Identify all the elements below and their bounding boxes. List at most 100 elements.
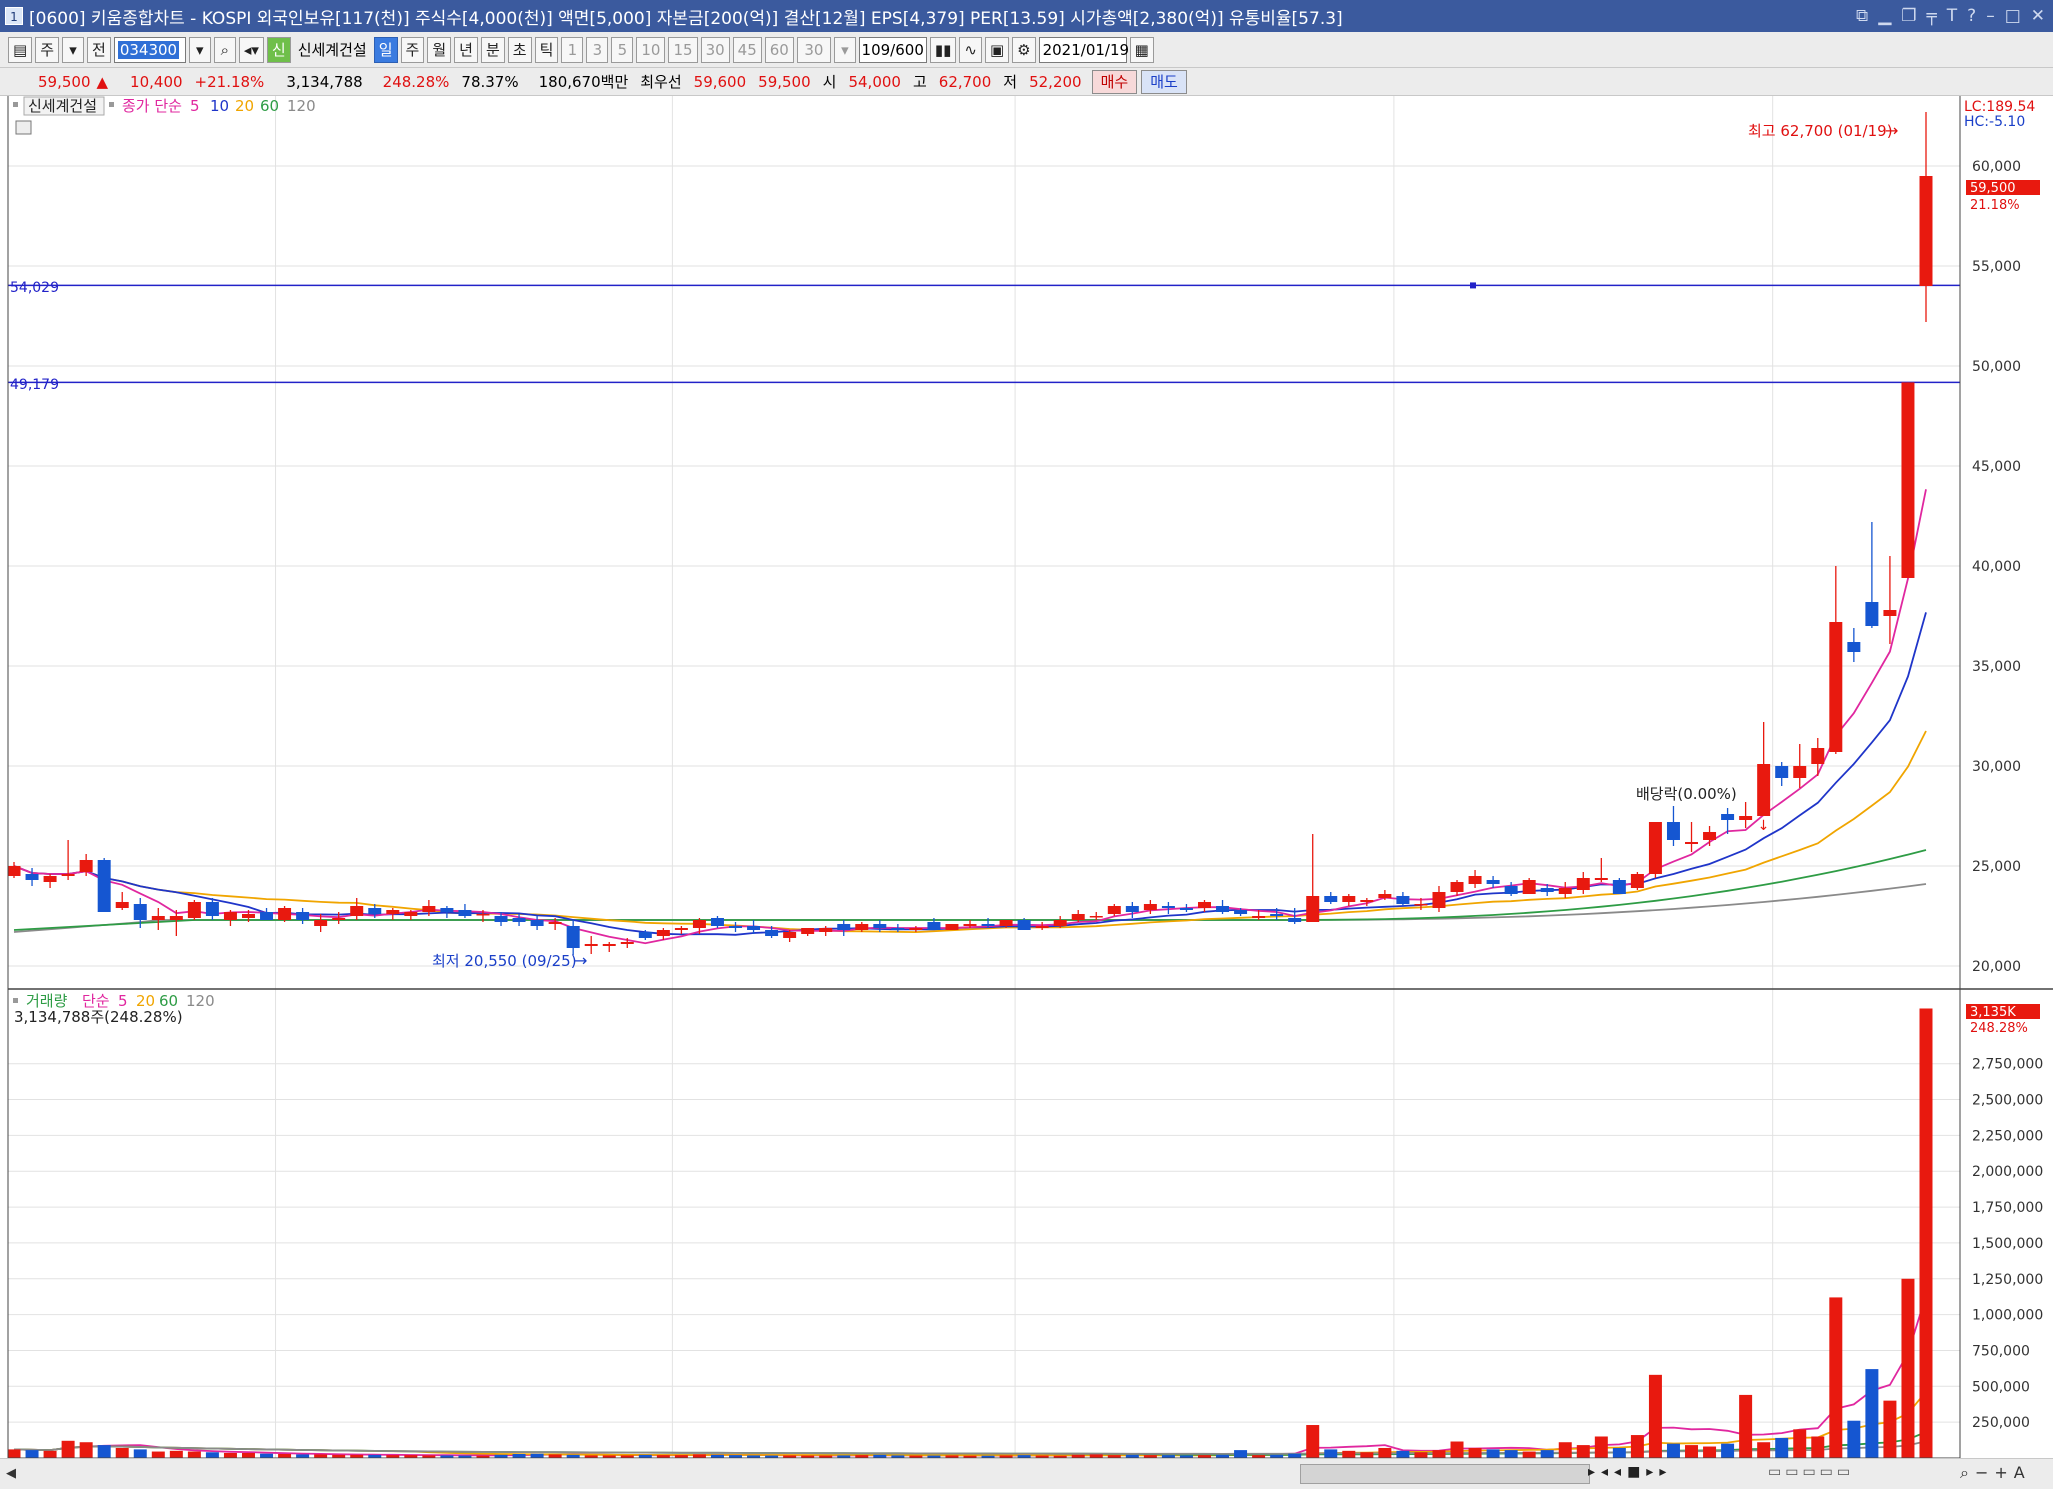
candle-body	[1143, 904, 1157, 910]
playback-controls[interactable]: ▸◂◂■▸▸	[1588, 1464, 1672, 1480]
code-dropdown-icon[interactable]: ▾	[188, 36, 211, 63]
candle-body	[1396, 896, 1410, 904]
hline2-label: 49,179	[10, 377, 59, 393]
calendar-icon[interactable]: ▦	[1129, 36, 1154, 63]
chart-menu-icon[interactable]: ▤	[8, 36, 33, 63]
volume-bar	[1594, 1436, 1608, 1458]
volume-bar	[1793, 1429, 1807, 1458]
tab-month[interactable]: 월	[427, 36, 452, 63]
minute-5-button[interactable]: 5	[611, 36, 634, 63]
legend-ma10: 10	[210, 97, 229, 115]
candle-body	[278, 908, 292, 920]
tab-day[interactable]: 일	[373, 36, 398, 63]
window-titlebar: 1 [0600] 키움종합차트 - KOSPI 외국인보유[117(천)] 주식…	[0, 0, 2053, 32]
window-controls: ⧉ ▁ ❐ ╤ T ? – □ ✕	[1856, 0, 2045, 32]
vol-current-label: 3,134,788주(248.28%)	[14, 1008, 183, 1026]
volume-bar	[1721, 1443, 1735, 1458]
save-icon[interactable]: ▣	[984, 36, 1010, 63]
candle-body	[855, 924, 869, 930]
maximize-icon[interactable]: □	[2005, 6, 2021, 26]
interval-select[interactable]: 30	[796, 36, 831, 63]
volume-bar	[1450, 1441, 1464, 1458]
volume-tick-label: 2,250,000	[1972, 1128, 2043, 1144]
link-icon[interactable]: ⧉	[1856, 6, 1868, 26]
minimize-icon[interactable]: –	[1986, 6, 1995, 26]
volume-tick-label: 1,500,000	[1972, 1236, 2043, 1252]
minute-10-button[interactable]: 10	[636, 36, 666, 63]
buy-button[interactable]: 매수	[1091, 69, 1138, 94]
low-arrow-icon: →	[574, 951, 587, 970]
tab-minute[interactable]: 분	[480, 36, 505, 63]
interval-dropdown-icon[interactable]: ▾	[833, 36, 856, 63]
tab-week[interactable]: 주	[400, 36, 425, 63]
table-toggle-icon[interactable]	[15, 120, 32, 135]
candle-body	[296, 912, 310, 920]
volume-bar	[61, 1440, 75, 1458]
font-icon[interactable]: T	[1947, 6, 1957, 26]
candle-body	[1540, 888, 1554, 892]
help-icon[interactable]: ?	[1967, 6, 1976, 26]
close-icon[interactable]: ✕	[2031, 6, 2045, 26]
volume-bar	[1703, 1446, 1717, 1458]
volume-bar	[1504, 1450, 1518, 1458]
gear-icon[interactable]: ⚙	[1012, 36, 1036, 63]
tab-second[interactable]: 초	[507, 36, 532, 63]
search-icon[interactable]: ⌕	[213, 36, 236, 63]
candle-body	[1811, 748, 1825, 764]
price-tick-label: 60,000	[1972, 159, 2021, 175]
minute-45-button[interactable]: 45	[732, 36, 762, 63]
chevron-down-icon[interactable]: ▾	[62, 36, 84, 63]
count-max: /600	[890, 40, 924, 59]
sell-button[interactable]: 매도	[1141, 69, 1187, 94]
stock-code-input[interactable]: 034300	[113, 36, 186, 63]
pin-icon[interactable]: ╤	[1927, 6, 1937, 26]
candle-body	[350, 906, 364, 916]
count-input[interactable]: 109/600	[858, 36, 927, 63]
tab-year[interactable]: 년	[454, 36, 478, 63]
prev-button[interactable]: 전	[87, 36, 111, 63]
volume-bar	[1757, 1442, 1771, 1458]
scroll-thumb[interactable]	[1300, 1464, 1590, 1484]
scroll-left-icon[interactable]: ◀	[6, 1466, 16, 1481]
price-tick-label: 40,000	[1972, 559, 2021, 575]
minimize-all-icon[interactable]: ▁	[1878, 6, 1891, 26]
candle-body	[169, 916, 183, 920]
minute-30-button[interactable]: 30	[700, 36, 730, 63]
period-week-button[interactable]: 주	[35, 36, 59, 63]
low-annotation: 최저 20,550 (09/25)	[432, 952, 577, 970]
candle-body	[25, 874, 39, 880]
chart-scrollbar[interactable]: ◀ ▸◂◂■▸▸ ▭▭▭▭▭ ⌕−+A	[0, 1458, 2053, 1489]
candle-settings-icon[interactable]: ▮▮	[929, 36, 957, 63]
candle-body	[1378, 894, 1392, 898]
best-ask: 59,600	[693, 72, 747, 91]
date-input[interactable]: 2021/01/19	[1038, 36, 1129, 63]
candle-body	[1576, 878, 1590, 890]
candle-body	[368, 908, 382, 914]
candle-body	[1288, 918, 1302, 922]
high-annotation: 최고 62,700 (01/19)	[1748, 122, 1893, 140]
candle-body	[61, 874, 75, 876]
volume-bar	[1630, 1435, 1644, 1458]
price-change: 10,400	[130, 72, 183, 91]
indicator-icon[interactable]: ∿	[959, 36, 982, 63]
volume-bar	[1666, 1443, 1680, 1458]
speaker-icon[interactable]: ◂▾	[238, 36, 264, 63]
low-label: 저	[1003, 73, 1018, 91]
minute-3-button[interactable]: 3	[586, 36, 609, 63]
candle-body	[566, 926, 580, 948]
candle-body	[115, 902, 129, 908]
candle-body	[260, 912, 274, 920]
cascade-icon[interactable]: ❐	[1901, 6, 1916, 26]
volume-bar	[1901, 1278, 1915, 1458]
zoom-icons[interactable]: ⌕−+A	[1960, 1463, 2031, 1483]
candle-body	[7, 866, 21, 876]
minute-1-button[interactable]: 1	[561, 36, 584, 63]
candle-body	[1035, 926, 1049, 928]
minute-60-button[interactable]: 60	[764, 36, 794, 63]
stock-chart[interactable]: ↓ 20,000 25,000 30,000 35,000 40,000 45,000 50…	[0, 96, 2053, 1458]
minute-15-button[interactable]: 15	[668, 36, 698, 63]
chart-background	[0, 96, 2053, 1458]
tool-icons[interactable]: ▭▭▭▭▭	[1768, 1464, 1854, 1480]
legend-ma5: 5	[190, 97, 200, 115]
tab-tick[interactable]: 틱	[534, 36, 559, 63]
